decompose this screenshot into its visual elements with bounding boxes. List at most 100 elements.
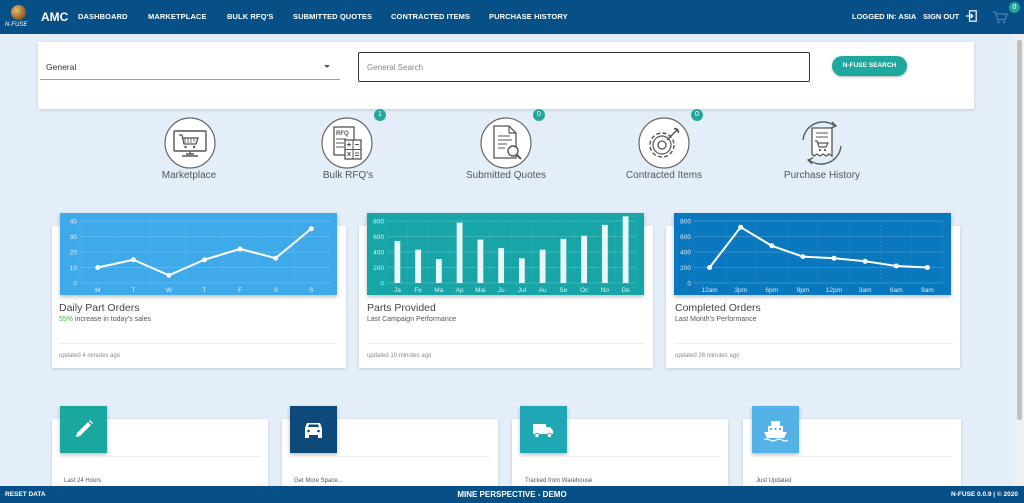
divider [367,343,645,344]
x-tick-label: Ma [434,287,443,294]
data-point [738,224,744,230]
x-tick-label: Ap [456,287,464,294]
stat-icon-box-2 [290,406,337,453]
chart-bar [435,258,442,283]
history-receipt-icon[interactable] [795,116,849,170]
x-tick-label: S [273,287,278,294]
x-tick-label: 9pm [797,287,810,294]
divider [520,456,720,457]
logo-text: N-FUSE [5,22,28,28]
daily-orders-updated: updated 4 minutes ago [59,353,121,359]
search-input[interactable] [358,52,810,82]
chart-bar [456,222,463,283]
document-search-icon[interactable] [479,116,533,170]
brand-name[interactable]: AMC [41,10,68,24]
cart-count-badge: 0 [1009,2,1020,13]
x-tick-label: T [203,287,207,294]
stat-footer-1: Last 24 Hours [64,478,102,484]
nav-contracted-items[interactable]: CONTRACTED ITEMS [391,12,470,21]
scrollbar-thumb[interactable] [1017,40,1022,420]
x-tick-label: Oc [580,287,589,294]
x-tick-label: Mai [475,287,485,294]
x-tick-label: Jul [518,287,527,294]
chart-bar [581,235,588,283]
rfq-calculator-icon[interactable]: RFQ [320,116,374,170]
pencil-icon [76,420,93,437]
cart-icon[interactable] [992,10,1008,24]
stat-icon-box-3 [520,406,567,453]
x-tick-label: T [131,287,135,294]
quick-link-submitted-quotes[interactable]: Submitted Quotes [441,170,571,181]
svg-text:RFQ: RFQ [336,131,349,137]
category-select[interactable]: General [40,54,340,80]
quick-link-bulk-rfqs[interactable]: Bulk RFQ's [283,170,413,181]
chart-bar [477,239,484,283]
y-tick-label: 800 [680,219,691,226]
chart-bar [415,249,422,283]
quotes-count-badge: 0 [533,109,545,121]
quick-link-purchase-history[interactable]: Purchase History [757,170,887,181]
data-point [273,255,279,261]
reset-data-button[interactable]: RESET DATA [5,491,46,498]
daily-orders-subtitle: 55% increase in today's sales [59,316,151,323]
x-tick-label: F [238,287,242,294]
x-tick-label: 9am [921,287,934,294]
data-point [95,265,101,270]
completed-orders-subtitle: Last Month's Performance [675,316,757,323]
nav-submitted-quotes[interactable]: SUBMITTED QUOTES [293,12,372,21]
x-tick-label: S [309,287,314,294]
x-tick-label: Ju [498,287,505,294]
top-navbar: N-FUSE AMC DASHBOARD MARKETPLACE BULK RF… [0,0,1024,34]
x-tick-label: No [601,287,610,294]
chart-bar [539,249,546,283]
x-tick-label: 12pm [826,287,842,294]
x-tick-label: Au [539,287,547,294]
cart-monitor-icon[interactable] [163,116,217,170]
daily-orders-sub-text: increase in today's sales [73,316,152,323]
nfuse-search-button[interactable]: N-FUSE SEARCH [832,56,907,76]
completed-orders-chart: 0 200 400 600 800 12am 3pm 6pm 9pm 12pm 3am 6am 9am [674,213,951,295]
y-tick-label: 600 [373,234,384,241]
chart-bar [394,241,401,283]
quick-link-contracted-items[interactable]: Contracted Items [599,170,729,181]
gear-wrench-icon[interactable] [637,116,691,170]
x-tick-label: De [621,287,630,294]
stat-icon-box-4 [752,406,799,453]
completed-orders-updated: updated 26 minutes ago [675,353,740,359]
nfuse-logo[interactable]: N-FUSE [4,3,34,31]
nav-dashboard[interactable]: DASHBOARD [78,12,128,21]
y-tick-label: 20 [70,250,78,257]
y-tick-label: 600 [680,234,691,241]
nav-marketplace[interactable]: MARKETPLACE [148,12,207,21]
x-tick-label: 3pm [734,287,747,294]
quick-link-marketplace[interactable]: Marketplace [124,170,254,181]
stat-footer-4: Just Updated [756,478,792,484]
truck-icon [533,424,553,439]
data-point [130,257,136,263]
footer-bar: MINE PERSPECTIVE - DEMO RESET DATA N-FUS… [0,486,1024,503]
daily-orders-percent: 55% [59,316,74,323]
y-tick-label: 400 [680,250,691,257]
globe-icon [11,5,26,20]
caret-down-icon [324,65,330,68]
y-tick-label: 800 [373,219,384,226]
completed-orders-title: Completed Orders [675,302,761,314]
sign-out-link[interactable]: SIGN OUT [923,12,959,21]
daily-orders-svg: 0 10 20 30 40 M T W T F S S [70,219,330,294]
parts-provided-updated: updated 10 minutes ago [367,353,432,359]
y-tick-label: 200 [680,265,691,272]
sign-out-icon[interactable] [966,10,977,22]
nav-bulk-rfqs[interactable]: BULK RFQ'S [227,12,274,21]
y-tick-label: 30 [70,234,78,241]
ship-icon [763,421,789,442]
divider [752,456,952,457]
divider [59,343,337,344]
footer-title: MINE PERSPECTIVE - DEMO [457,490,567,499]
y-tick-label: 0 [73,281,77,288]
car-icon [305,423,322,438]
nav-purchase-history[interactable]: PURCHASE HISTORY [489,12,568,21]
data-point [308,226,314,232]
contracts-count-badge: 0 [691,109,703,121]
parts-provided-title: Parts Provided [367,302,436,314]
parts-provided-chart: 0 200 400 600 800 Ja Fe Ma Ap Mai Ju Jul Au Se Oc No De [367,213,644,295]
